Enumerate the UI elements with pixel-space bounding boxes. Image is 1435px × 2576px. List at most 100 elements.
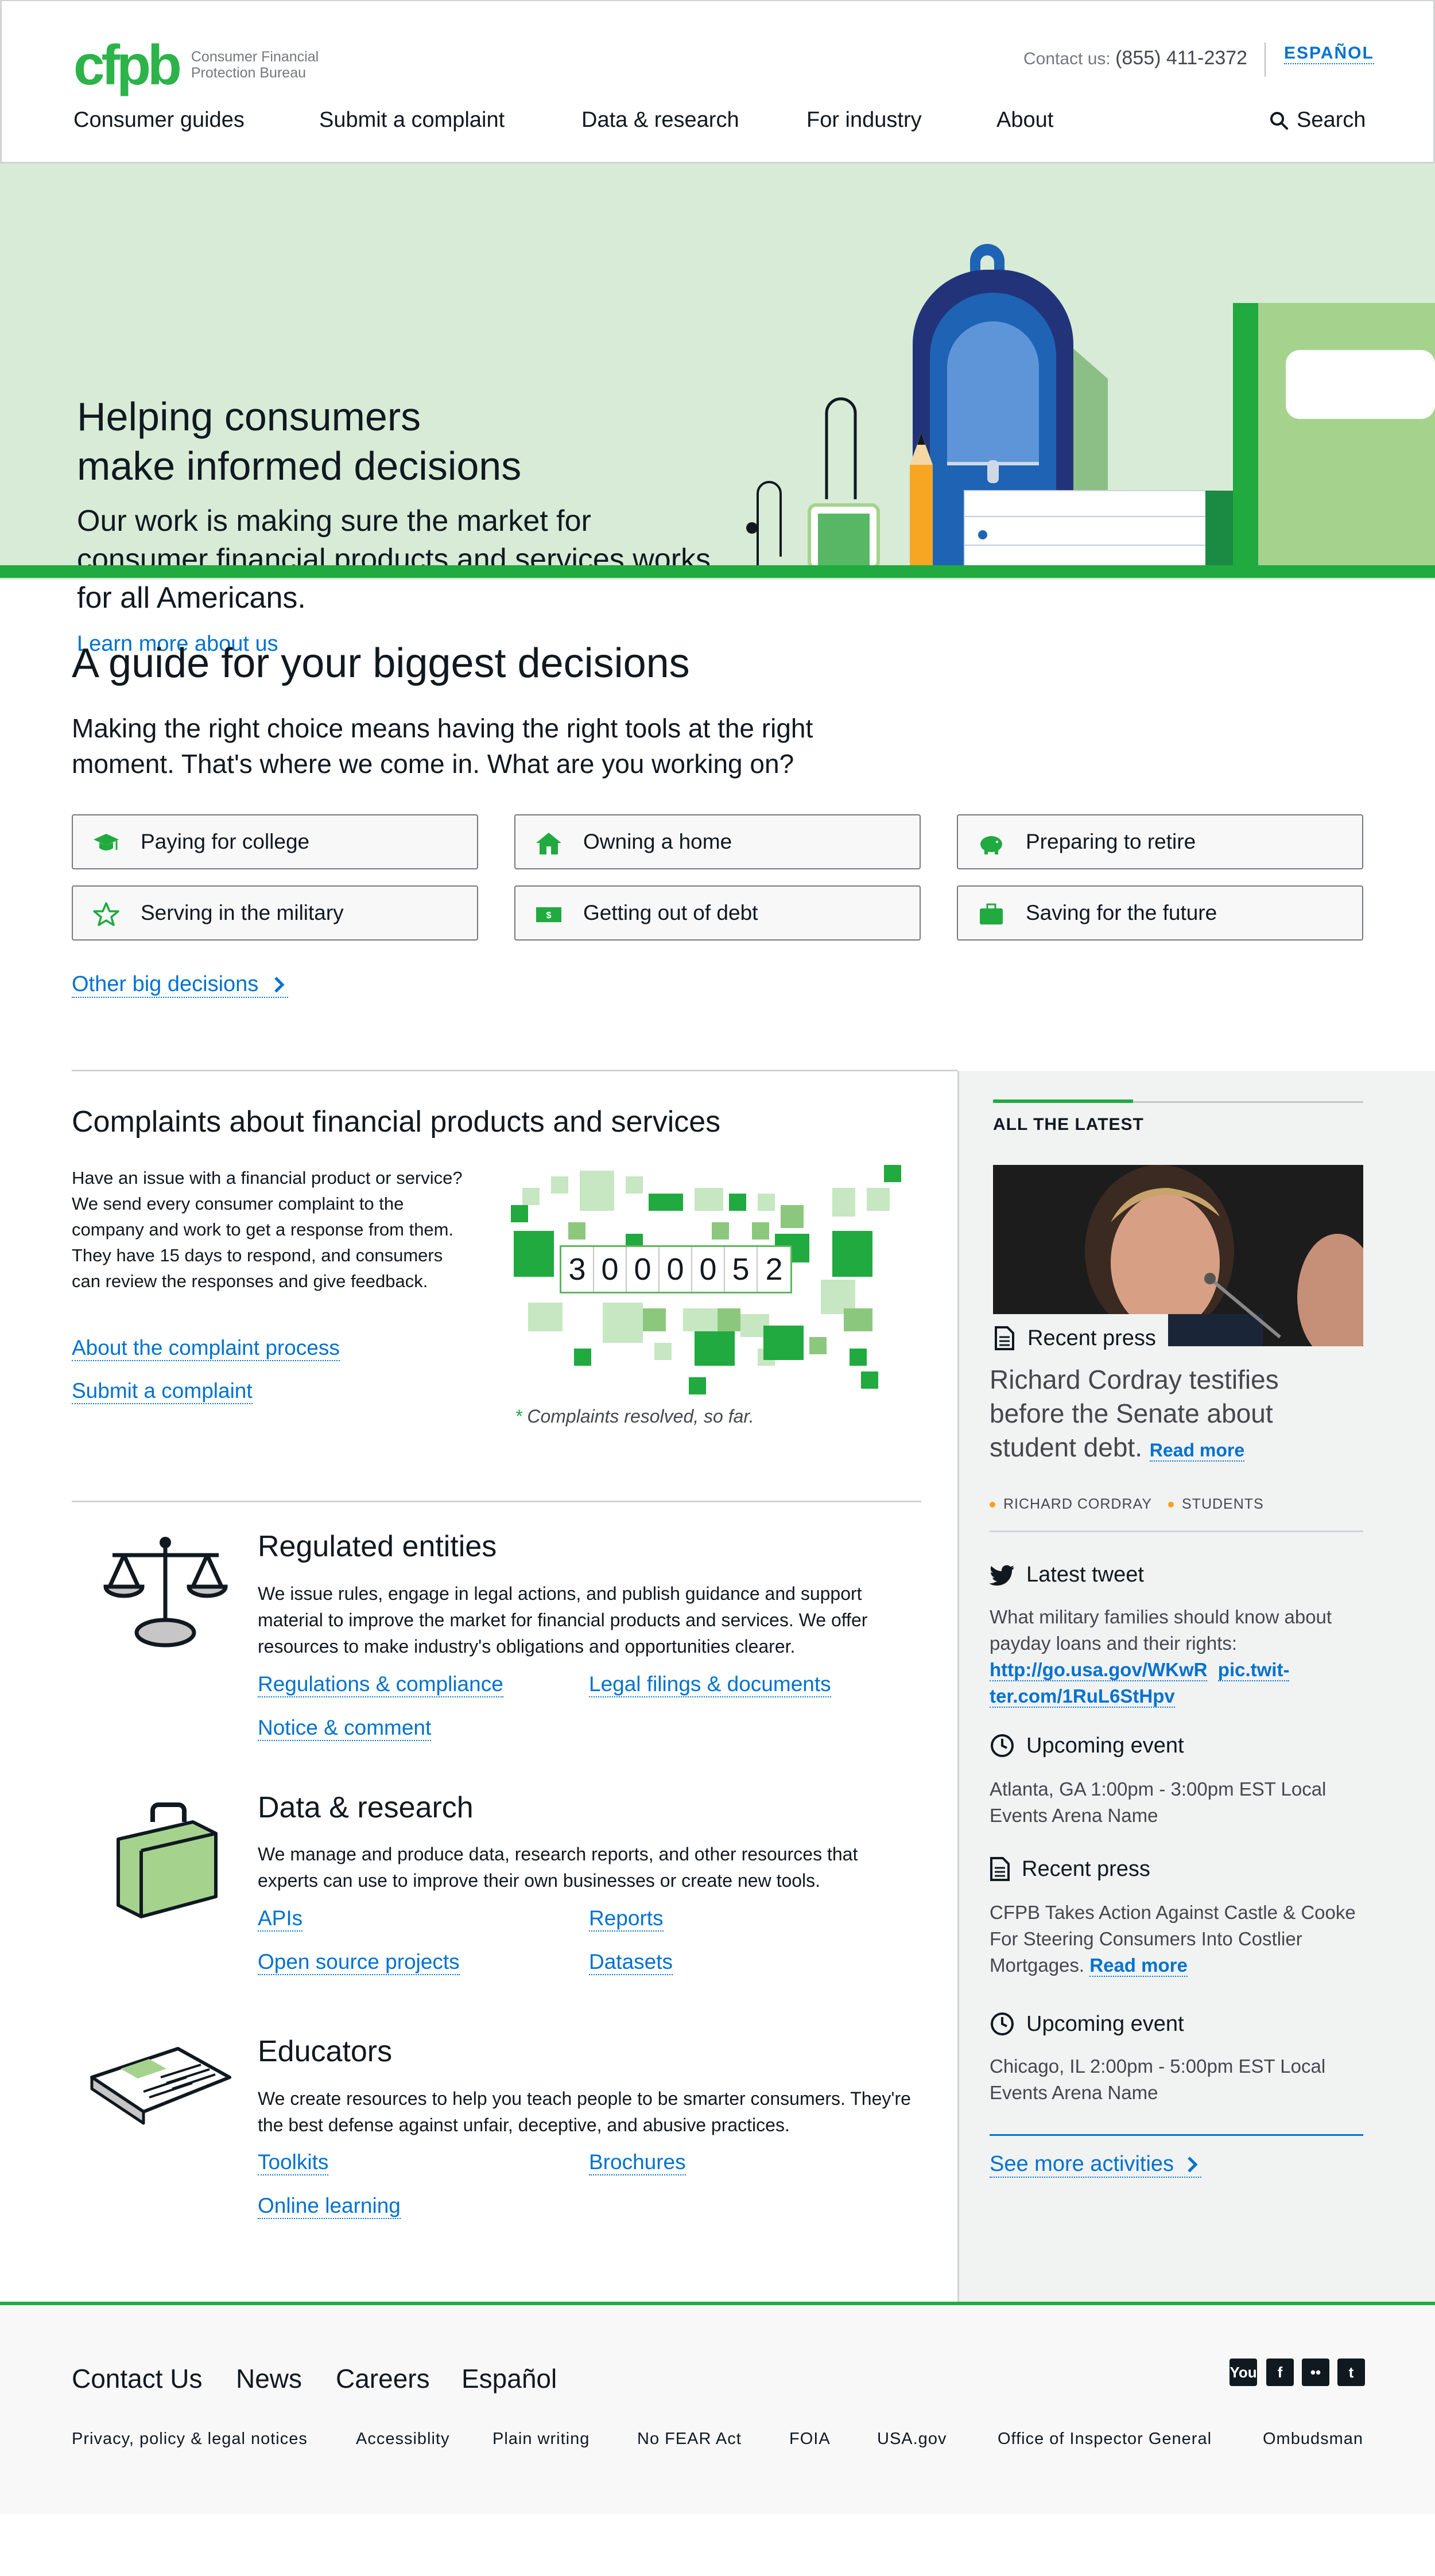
upcoming-event-text-2: Chicago, IL 2:00pm - 5:00pm EST Local Ev… <box>990 2056 1326 2103</box>
counter-note: * Complaints resolved, so far. <box>515 1406 754 1427</box>
nav-consumer-guides[interactable]: Consumer guides <box>73 108 245 133</box>
press-read-more-link[interactable]: Read more <box>1149 1440 1245 1462</box>
twitter-icon <box>990 1565 1014 1586</box>
footer-careers-link[interactable]: Careers <box>336 2363 430 2394</box>
latest-tweet-heading: Latest tweet <box>990 1563 1144 1587</box>
brochures-link[interactable]: Brochures <box>589 2150 686 2175</box>
guide-title: A guide for your biggest decisions <box>72 640 690 686</box>
educators-title: Educators <box>258 2035 393 2068</box>
document-icon <box>990 1857 1010 1881</box>
contact-phone[interactable]: (855) 411-2372 <box>1115 47 1247 69</box>
upcoming-event-heading-1: Upcoming event <box>990 1733 1184 1758</box>
star-icon <box>93 902 119 926</box>
header-divider <box>1265 42 1266 77</box>
chevron-right-icon <box>274 976 285 993</box>
footer-foia-link[interactable]: FOIA <box>789 2430 831 2449</box>
toolkits-link[interactable]: Toolkits <box>258 2150 329 2175</box>
regulations-compliance-link[interactable]: Regulations & compliance <box>258 1672 503 1697</box>
nav-about[interactable]: About <box>996 108 1053 133</box>
submit-complaint-link[interactable]: Submit a complaint <box>72 1379 253 1404</box>
twitter-icon[interactable]: t <box>1337 2359 1365 2386</box>
owning-a-home-button[interactable]: Owning a home <box>514 814 921 869</box>
guide-subtitle: Making the right choice means having the… <box>72 713 813 779</box>
regulated-entities-title: Regulated entities <box>258 1530 497 1563</box>
notice-comment-link[interactable]: Notice & comment <box>258 1716 432 1741</box>
dollar-bill-icon: $ <box>536 907 561 922</box>
document-icon <box>995 1326 1014 1350</box>
tweet-link-pic-cont[interactable]: ter.com/1RuL6StHpv <box>990 1685 1175 1708</box>
footer-accessibility-link[interactable]: Accessiblity <box>356 2430 450 2449</box>
tag-richard-cordray[interactable]: RICHARD CORDRAY <box>990 1496 1152 1513</box>
recent-press-text-2: CFPB Takes Action Against Castle & Cooke… <box>990 1902 1356 1977</box>
logo-mark: cfpb <box>73 33 182 96</box>
latest-tweet-text: What military families should know about… <box>990 1606 1332 1708</box>
data-research-text: We manage and produce data, research rep… <box>258 1844 858 1891</box>
serving-in-the-military-button[interactable]: Serving in the military <box>72 885 478 941</box>
footer-news-link[interactable]: News <box>236 2363 302 2394</box>
complaints-title: Complaints about financial products and … <box>72 1105 721 1139</box>
piggy-bank-icon <box>980 836 1002 854</box>
latest-heading-bar <box>993 1099 1363 1103</box>
press2-read-more-link[interactable]: Read more <box>1089 1955 1188 1977</box>
recent-press-heading-2: Recent press <box>990 1856 1150 1882</box>
complaints-text: Have an issue with a financial product o… <box>72 1168 463 1291</box>
nav-for-industry[interactable]: For industry <box>806 108 922 133</box>
tweet-link-go-usa[interactable]: http://go.usa.gov/WKwR <box>990 1659 1208 1681</box>
nav-data-research[interactable]: Data & research <box>581 108 739 133</box>
latest-title: ALL THE LATEST <box>993 1115 1144 1134</box>
reports-link[interactable]: Reports <box>589 1906 664 1932</box>
footer-privacy-link[interactable]: Privacy, policy & legal notices <box>72 2430 308 2449</box>
svg-text:$: $ <box>546 911 552 920</box>
flickr-icon[interactable]: •• <box>1302 2359 1329 2386</box>
logo-text: Consumer Financial Protection Bureau <box>191 49 319 81</box>
cfpb-logo[interactable]: cfpb Consumer Financial Protection Burea… <box>73 37 319 93</box>
hero-title: Helping consumers make informed decision… <box>77 394 522 488</box>
footer-contact-us-link[interactable]: Contact Us <box>72 2363 203 2394</box>
saving-for-the-future-button[interactable]: Saving for the future <box>957 885 1363 941</box>
educators-text: We create resources to help you teach pe… <box>258 2088 911 2135</box>
open-source-projects-link[interactable]: Open source projects <box>258 1950 460 1975</box>
about-complaint-process-link[interactable]: About the complaint process <box>72 1336 340 1361</box>
search-button[interactable]: Search <box>1269 108 1366 133</box>
hero-illustration <box>746 244 1435 568</box>
recent-press-tag: Recent press <box>987 1314 1168 1363</box>
facebook-icon[interactable]: f <box>1266 2359 1294 2386</box>
tag-students[interactable]: STUDENTS <box>1168 1496 1264 1513</box>
apis-link[interactable]: APIs <box>258 1906 303 1932</box>
online-learning-link[interactable]: Online learning <box>258 2194 401 2219</box>
footer-espanol-link[interactable]: Español <box>461 2363 557 2394</box>
hero-subtitle: Our work is making sure the market for c… <box>77 504 711 615</box>
contact-info: Contact us: (855) 411-2372 <box>1023 47 1248 69</box>
search-icon <box>1270 111 1288 130</box>
nav-submit-complaint[interactable]: Submit a complaint <box>319 108 505 133</box>
footer-usa-gov-link[interactable]: USA.gov <box>877 2430 947 2449</box>
tweet-link-pic[interactable]: pic.twit- <box>1217 1659 1290 1681</box>
espanol-link[interactable]: ESPAÑOL <box>1284 44 1374 64</box>
hero-bottom-bar <box>0 565 1435 578</box>
section-divider <box>72 1501 921 1502</box>
preparing-to-retire-button[interactable]: Preparing to retire <box>957 814 1363 869</box>
site-header: cfpb Consumer Financial Protection Burea… <box>0 0 1435 164</box>
footer-inspector-general-link[interactable]: Office of Inspector General <box>998 2430 1212 2449</box>
see-more-divider <box>990 2134 1363 2136</box>
see-more-activities-link[interactable]: See more activities <box>990 2152 1202 2178</box>
data-research-title: Data & research <box>258 1791 474 1824</box>
clock-icon <box>991 2012 1014 2035</box>
legal-filings-documents-link[interactable]: Legal filings & documents <box>589 1672 831 1697</box>
section-divider <box>72 1070 957 1071</box>
graduation-cap-icon <box>94 834 119 850</box>
upcoming-event-heading-2: Upcoming event <box>990 2011 1184 2037</box>
footer-plain-writing-link[interactable]: Plain writing <box>492 2430 589 2449</box>
datasets-link[interactable]: Datasets <box>589 1950 673 1975</box>
paying-for-college-button[interactable]: Paying for college <box>72 814 478 869</box>
other-big-decisions-link[interactable]: Other big decisions <box>72 972 289 998</box>
getting-out-of-debt-button[interactable]: $ Getting out of debt <box>514 885 921 941</box>
youtube-icon[interactable]: You <box>1230 2359 1257 2386</box>
footer-ombudsman-link[interactable]: Ombudsman <box>1263 2430 1363 2449</box>
briefcase-icon <box>980 903 1003 924</box>
complaints-counter: 3 0 0 0 0 5 2 <box>560 1245 792 1293</box>
chevron-right-icon <box>1188 2156 1198 2173</box>
regulated-entities-text: We issue rules, engage in legal actions,… <box>258 1583 868 1657</box>
press-headline[interactable]: Richard Cordray testifies before the Sen… <box>990 1363 1345 1467</box>
footer-no-fear-act-link[interactable]: No FEAR Act <box>637 2430 742 2449</box>
